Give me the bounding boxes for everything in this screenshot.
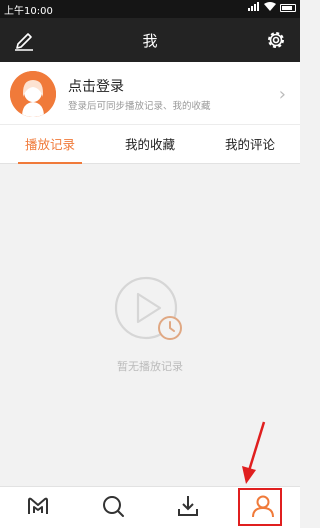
search-icon (101, 494, 125, 522)
tab-favorites[interactable]: 我的收藏 (100, 125, 200, 165)
nav-search[interactable] (75, 487, 150, 528)
nav-download[interactable] (150, 487, 225, 528)
empty-state-text: 暂无播放记录 (117, 360, 183, 373)
nav-home[interactable] (0, 487, 75, 528)
tab-comments[interactable]: 我的评论 (200, 125, 300, 165)
page-title: 我 (142, 32, 158, 50)
tab-bar: 播放记录 我的收藏 我的评论 (0, 124, 300, 164)
status-time: 上午10:00 (4, 6, 53, 17)
login-row[interactable]: 点击登录 登录后可同步播放记录、我的收藏 › (0, 62, 300, 124)
wifi-icon (264, 2, 276, 14)
signal-icon (248, 2, 260, 14)
battery-icon (280, 4, 296, 12)
annotation-arrow-icon (238, 420, 268, 486)
avatar (10, 71, 56, 117)
logo-home-icon (26, 495, 50, 521)
status-bar: 上午10:00 (0, 0, 300, 18)
tab-play-history[interactable]: 播放记录 (0, 125, 100, 165)
play-history-icon (112, 272, 188, 348)
app-header: 我 (0, 18, 300, 62)
chevron-right-icon: › (278, 84, 286, 105)
annotation-highlight-box (238, 488, 282, 526)
gear-icon[interactable] (264, 28, 288, 52)
status-indicators (248, 2, 296, 14)
login-subtitle: 登录后可同步播放记录、我的收藏 (68, 101, 211, 112)
login-title: 点击登录 (68, 79, 124, 95)
active-tab-indicator (18, 162, 82, 164)
download-icon (176, 494, 200, 522)
